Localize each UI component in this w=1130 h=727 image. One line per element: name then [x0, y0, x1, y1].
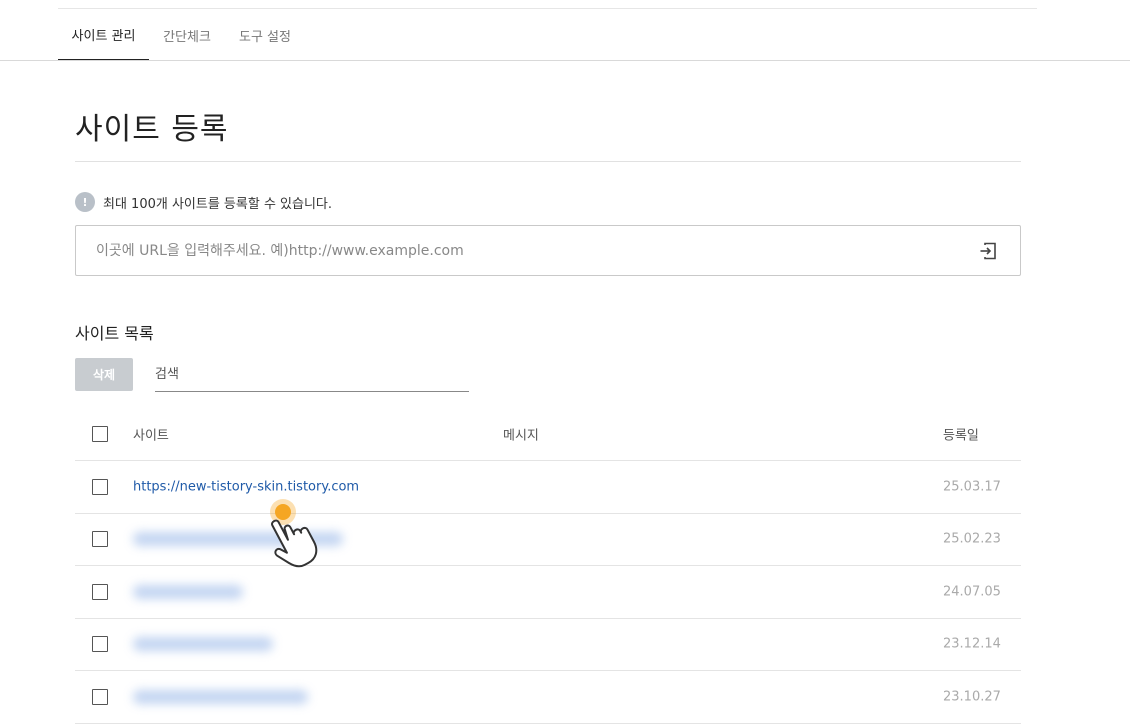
- url-register-box: [75, 225, 1021, 276]
- registered-date: 25.02.23: [943, 531, 1001, 547]
- blurred-site-link[interactable]: [133, 689, 308, 704]
- blurred-site-link[interactable]: [133, 532, 343, 547]
- delete-button[interactable]: 삭제: [75, 358, 133, 391]
- info-icon: !: [75, 192, 95, 212]
- table-row: https://new-tistory-skin.tistory.com 25.…: [75, 461, 1021, 514]
- row-checkbox[interactable]: [92, 688, 108, 705]
- column-header-site: 사이트: [133, 428, 169, 444]
- tab-simple-check[interactable]: 간단체크: [149, 9, 225, 61]
- site-limit-notice: ! 최대 100개 사이트를 등록할 수 있습니다.: [75, 192, 332, 212]
- table-row: 23.10.27: [75, 671, 1021, 724]
- registered-date: 25.03.17: [943, 479, 1001, 495]
- column-header-date: 등록일: [943, 428, 979, 444]
- table-row: 24.07.05: [75, 566, 1021, 619]
- column-header-message: 메시지: [503, 428, 539, 444]
- site-table: 사이트 메시지 등록일 https://new-tistory-skin.tis…: [75, 408, 1021, 724]
- row-checkbox[interactable]: [92, 583, 108, 600]
- row-checkbox[interactable]: [92, 478, 108, 495]
- site-link[interactable]: https://new-tistory-skin.tistory.com: [133, 479, 359, 494]
- tab-tool-settings[interactable]: 도구 설정: [225, 9, 305, 61]
- url-input[interactable]: [96, 226, 956, 275]
- sign-in-icon[interactable]: [978, 241, 998, 261]
- tab-bar: 사이트 관리 간단체크 도구 설정: [58, 9, 305, 61]
- registered-date: 23.10.27: [943, 689, 1001, 705]
- notice-text: 최대 100개 사이트를 등록할 수 있습니다.: [103, 196, 333, 212]
- blurred-site-link[interactable]: [133, 584, 243, 599]
- site-list-title: 사이트 목록: [75, 324, 154, 343]
- tab-site-management[interactable]: 사이트 관리: [58, 9, 149, 61]
- blurred-site-link[interactable]: [133, 637, 273, 652]
- select-all-checkbox[interactable]: [92, 426, 108, 442]
- registered-date: 23.12.14: [943, 636, 1001, 652]
- title-divider: [75, 161, 1021, 162]
- table-row: 23.12.14: [75, 619, 1021, 671]
- search-field: [155, 358, 469, 392]
- search-input[interactable]: [155, 358, 469, 390]
- registered-date: 24.07.05: [943, 584, 1001, 600]
- tabs-divider: [0, 60, 1130, 61]
- table-row: 25.02.23: [75, 514, 1021, 566]
- row-checkbox[interactable]: [92, 531, 108, 548]
- table-header-row: 사이트 메시지 등록일: [75, 408, 1021, 461]
- row-checkbox[interactable]: [92, 636, 108, 653]
- page-title: 사이트 등록: [75, 112, 229, 147]
